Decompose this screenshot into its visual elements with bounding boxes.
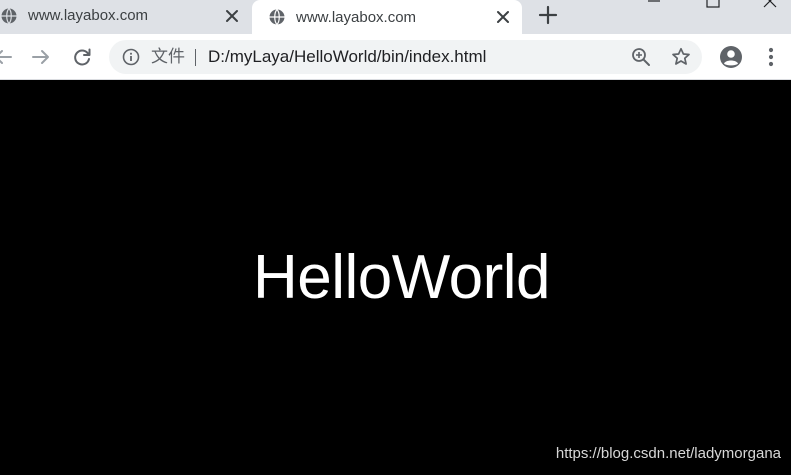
page-viewport: HelloWorld https://blog.csdn.net/ladymor… <box>0 80 791 475</box>
toolbar: 文件 D:/myLaya/HelloWorld/bin/index.html <box>0 34 791 80</box>
tab-layabox-2[interactable]: www.layabox.com <box>252 0 522 34</box>
globe-icon <box>1 7 17 24</box>
profile-avatar-icon[interactable] <box>719 45 743 69</box>
tab-title: www.layabox.com <box>296 8 417 26</box>
maximize-icon[interactable] <box>706 0 720 8</box>
tab-strip: www.layabox.com www.layabox.com <box>0 0 791 34</box>
close-icon[interactable] <box>225 9 239 23</box>
window-close-icon[interactable] <box>763 0 777 8</box>
address-separator <box>195 49 196 66</box>
bookmark-star-icon[interactable] <box>671 47 691 67</box>
hello-world-text: HelloWorld <box>252 243 551 312</box>
info-icon[interactable] <box>122 48 140 66</box>
menu-more-icon[interactable] <box>759 45 783 69</box>
minimize-icon[interactable] <box>647 0 661 8</box>
reload-icon[interactable] <box>71 46 93 68</box>
browser-window: www.layabox.com www.layabox.com 文件 D:/my… <box>0 0 791 475</box>
globe-icon <box>269 9 285 25</box>
forward-icon[interactable] <box>30 46 52 68</box>
zoom-icon[interactable] <box>631 47 651 67</box>
address-bar[interactable]: 文件 D:/myLaya/HelloWorld/bin/index.html <box>109 40 702 74</box>
new-tab-icon[interactable] <box>537 4 559 26</box>
watermark-text: https://blog.csdn.net/ladymorgana <box>555 445 781 462</box>
back-icon[interactable] <box>0 46 14 68</box>
security-label: 文件 <box>151 47 185 66</box>
tab-layabox-1[interactable]: www.layabox.com <box>0 0 251 31</box>
tab-title: www.layabox.com <box>28 7 149 24</box>
url-text[interactable]: D:/myLaya/HelloWorld/bin/index.html <box>208 47 486 67</box>
close-icon[interactable] <box>496 10 510 24</box>
